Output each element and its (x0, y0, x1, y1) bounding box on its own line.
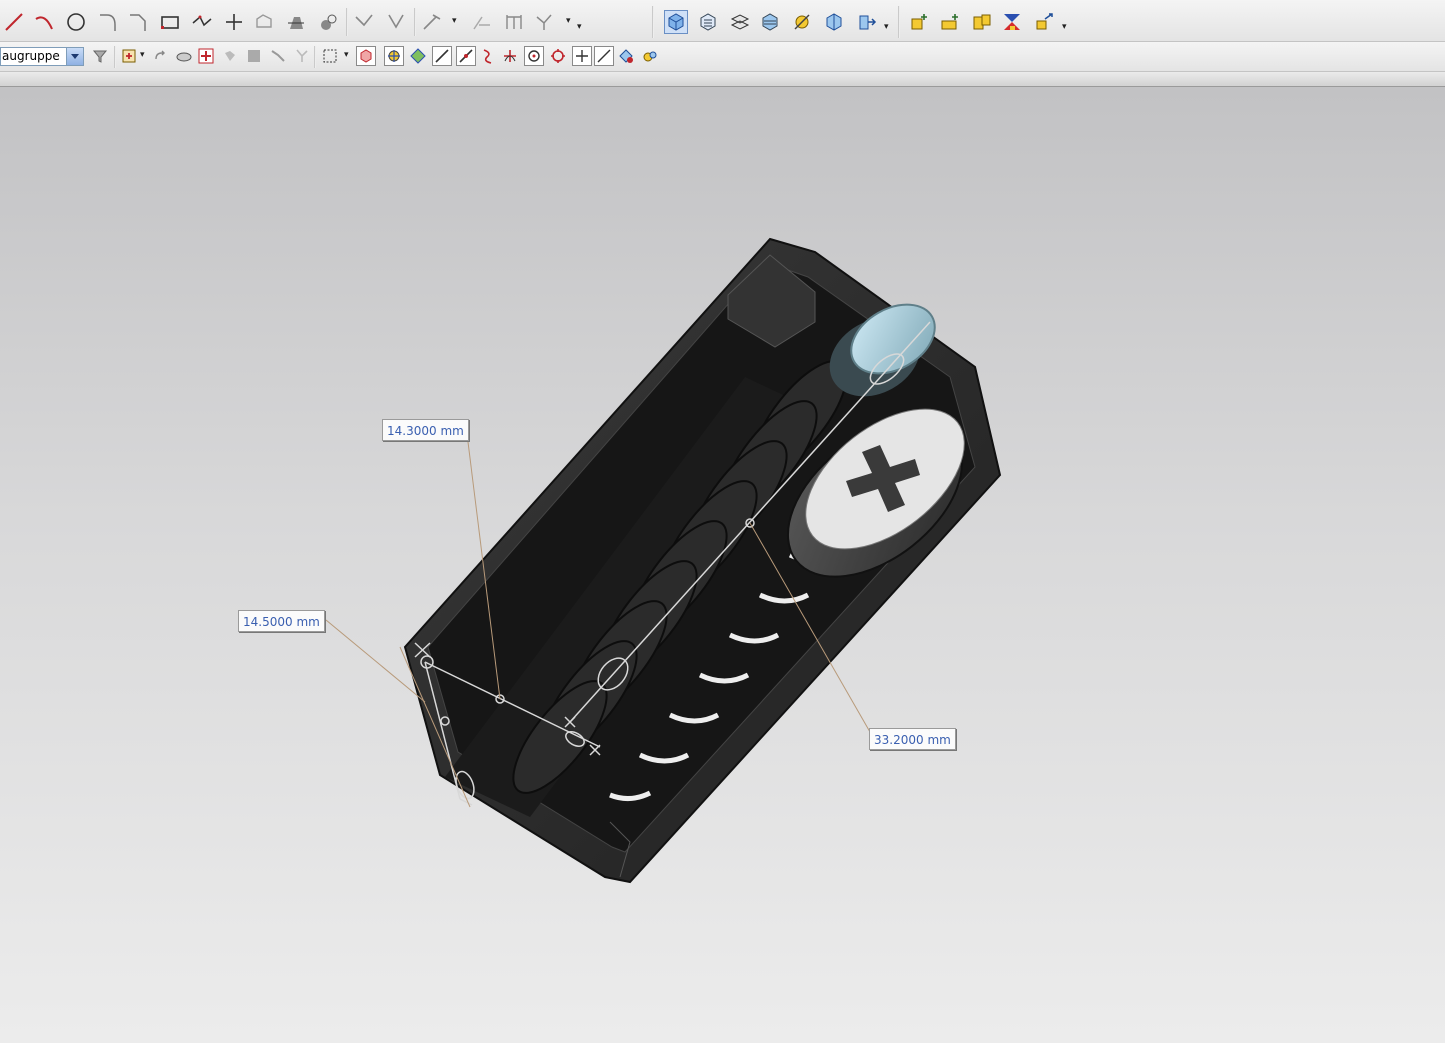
trim-corner-icon[interactable] (352, 10, 376, 34)
explode-options-icon[interactable] (1032, 10, 1056, 34)
render-icon[interactable] (758, 10, 782, 34)
toolbar-separator-strip (0, 72, 1445, 87)
filter-icon[interactable] (90, 46, 110, 66)
layer-view-icon[interactable] (728, 10, 752, 34)
assembly-dropdown-icon[interactable]: ▾ (1062, 22, 1067, 32)
assembly-constraint-icon[interactable] (938, 10, 962, 34)
dimension-icon[interactable] (502, 10, 526, 34)
point-on-surface-icon[interactable] (548, 46, 568, 66)
group-select-value: augruppe (2, 49, 60, 63)
new-component-icon[interactable] (906, 10, 930, 34)
quadrant-snap-icon[interactable] (500, 46, 520, 66)
explode-view-icon[interactable] (1000, 10, 1024, 34)
shaded-view-icon[interactable] (532, 10, 556, 34)
toolbar-row-2 (0, 42, 1445, 72)
more-tools-dropdown-icon[interactable]: ▾ (577, 22, 582, 32)
extend-icon[interactable] (316, 10, 340, 34)
arc-icon[interactable] (32, 10, 56, 34)
snap-settings-icon[interactable] (616, 46, 636, 66)
add-component-icon[interactable] (854, 10, 878, 34)
select-edge-icon[interactable] (244, 46, 264, 66)
move-object-icon[interactable] (822, 10, 846, 34)
dimension-label-2[interactable]: 14.5000 mm (238, 610, 325, 632)
undo-selection-icon[interactable] (150, 46, 170, 66)
snap-point-icon[interactable] (356, 46, 376, 66)
section-view-icon[interactable] (696, 10, 720, 34)
toolbar-row-1: ▾ ▾ ▾ ▾ ▾ (0, 0, 1445, 42)
bounded-snap-icon[interactable] (572, 46, 592, 66)
model-3d[interactable] (0, 87, 1445, 1043)
intersection-snap-icon[interactable] (456, 46, 476, 66)
polyline-icon[interactable] (190, 10, 214, 34)
reposition-component-icon[interactable] (970, 10, 994, 34)
offset-curve-icon[interactable] (252, 10, 276, 34)
snap-view-icon[interactable] (790, 10, 814, 34)
midpoint-snap-icon[interactable] (408, 46, 428, 66)
select-all-icon[interactable] (320, 46, 340, 66)
point-on-curve-icon[interactable] (524, 46, 544, 66)
dimension-dropdown-icon[interactable]: ▾ (566, 16, 571, 26)
orient-view-icon[interactable] (664, 10, 688, 34)
center-snap-icon[interactable] (478, 46, 498, 66)
dimension-label-1[interactable]: 14.3000 mm (382, 419, 469, 441)
line-icon[interactable] (2, 10, 26, 34)
endpoint-snap-icon[interactable] (384, 46, 404, 66)
mirror-curve-icon[interactable] (420, 10, 444, 34)
select-face-icon[interactable] (174, 46, 194, 66)
fillet-icon[interactable] (96, 10, 120, 34)
graphics-viewport[interactable]: 14.3000 mm 14.5000 mm 33.2000 mm (0, 87, 1445, 1043)
window-select-icon[interactable] (292, 46, 312, 66)
mirror-curve-dropdown-icon[interactable]: ▾ (452, 16, 457, 26)
view-dropdown-icon[interactable]: ▾ (884, 22, 889, 32)
select-dropdown-icon[interactable]: ▾ (344, 50, 349, 60)
dimension-label-3[interactable]: 33.2000 mm (869, 728, 956, 750)
point-icon[interactable] (222, 10, 246, 34)
snap-options-icon[interactable] (640, 46, 660, 66)
split-curve-icon[interactable] (384, 10, 408, 34)
select-body-icon[interactable] (220, 46, 240, 66)
selection-filter-dropdown-icon[interactable]: ▾ (140, 50, 145, 60)
circle-icon[interactable] (64, 10, 88, 34)
constraints-icon[interactable] (470, 10, 494, 34)
trim-icon[interactable] (284, 10, 308, 34)
rectangle-icon[interactable] (158, 10, 182, 34)
chamfer-icon[interactable] (126, 10, 150, 34)
chevron-down-icon[interactable] (66, 48, 83, 65)
snap-line-icon[interactable] (594, 46, 614, 66)
select-feature-icon[interactable] (196, 46, 216, 66)
control-point-icon[interactable] (432, 46, 452, 66)
group-select[interactable]: augruppe (0, 47, 84, 66)
selection-filter-icon[interactable] (120, 46, 140, 66)
select-tangent-icon[interactable] (268, 46, 288, 66)
